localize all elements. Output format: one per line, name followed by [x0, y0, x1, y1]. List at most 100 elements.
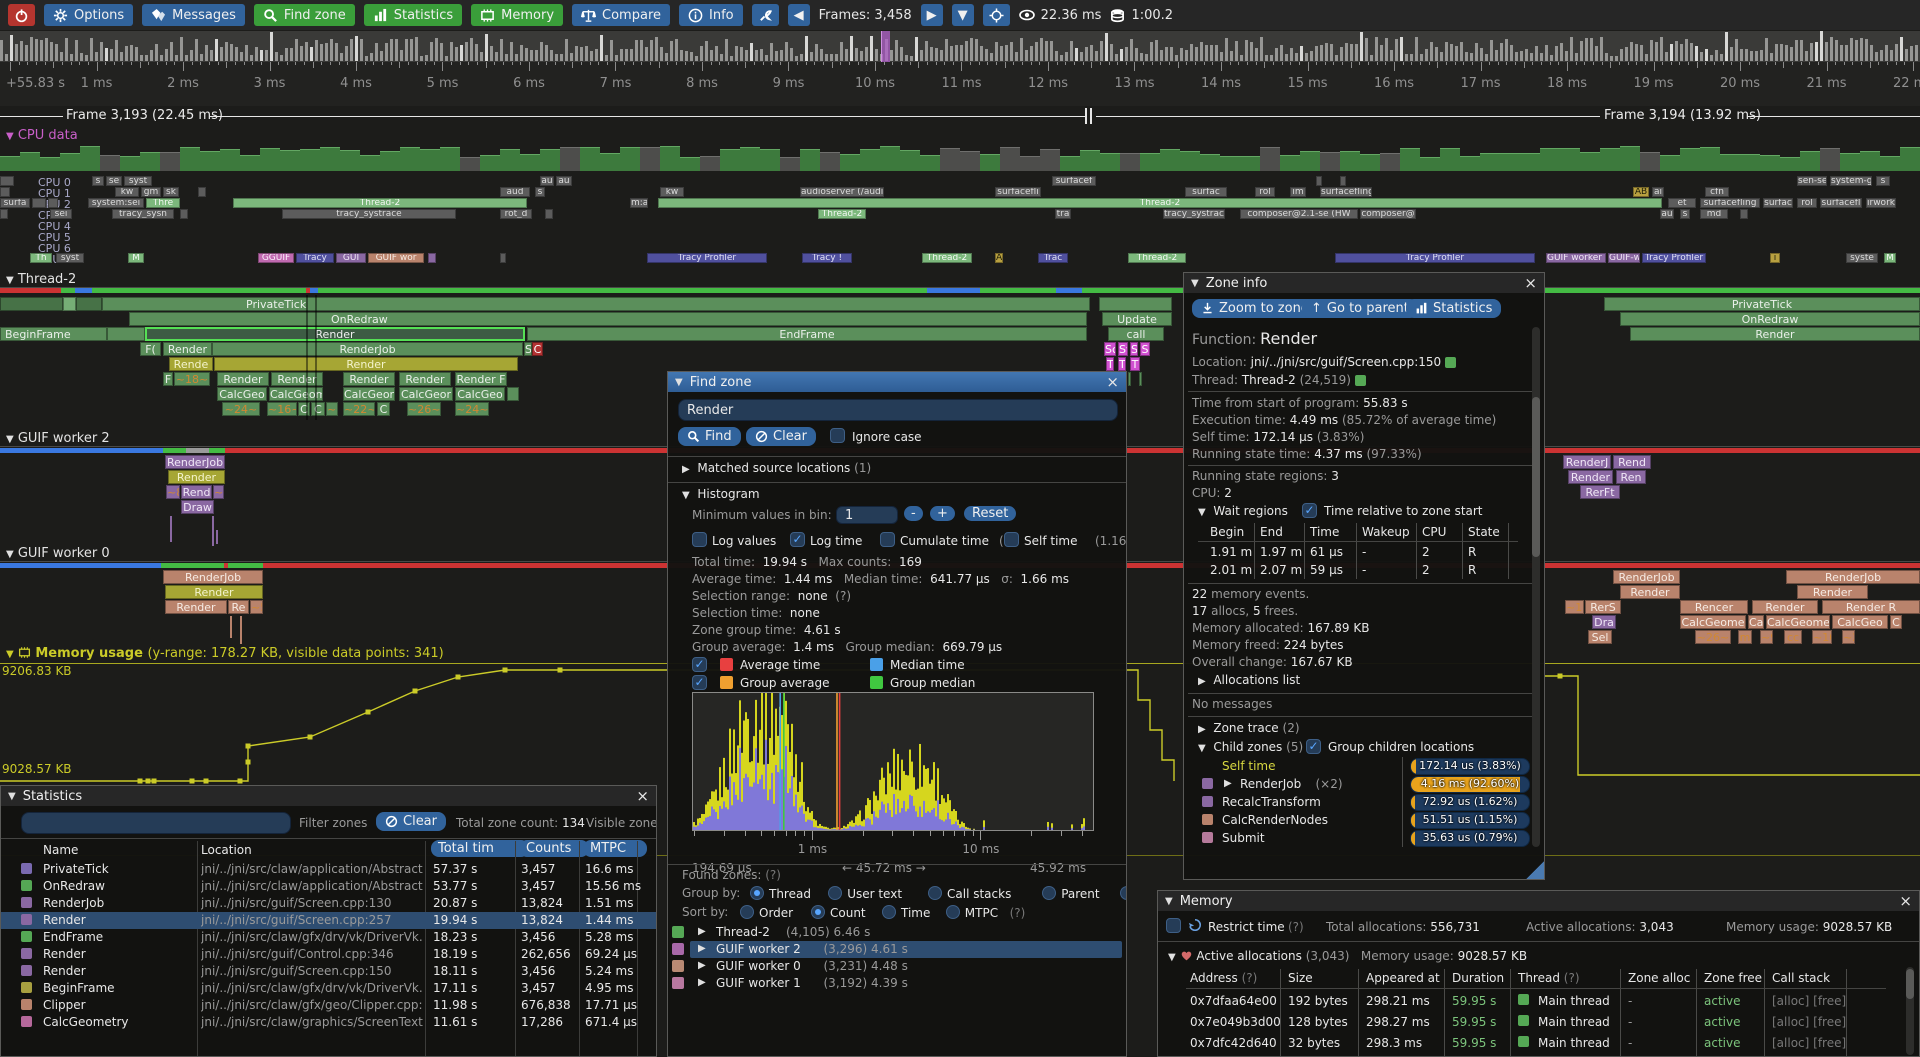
- group-expand-icon[interactable]: ▶: [698, 926, 706, 937]
- timeline-zone[interactable]: Sel: [1588, 630, 1612, 644]
- zone-info-close-icon[interactable]: ×: [1524, 276, 1537, 291]
- cpu-data-header[interactable]: ▼ CPU data: [6, 128, 78, 143]
- timeline-zone[interactable]: F: [163, 372, 173, 386]
- cpu-zone[interactable]: surfacef: [1052, 176, 1096, 186]
- zone-info-titlebar[interactable]: ▼Zone info×: [1184, 273, 1544, 293]
- cpu-zone[interactable]: rol: [1255, 187, 1275, 197]
- group-name[interactable]: GUIF worker 2: [716, 942, 801, 956]
- show-zone-lines-checkbox[interactable]: ✓: [692, 657, 707, 672]
- cpu-zone[interactable]: s: [92, 176, 104, 186]
- timeline-zone[interactable]: ~26~: [407, 402, 441, 416]
- timeline-zone[interactable]: Render: [1797, 585, 1868, 599]
- cpu-zone[interactable]: surfacefli: [995, 187, 1041, 197]
- cpu-zone[interactable]: rol: [1797, 198, 1817, 208]
- statistics-button[interactable]: Statistics: [364, 4, 462, 26]
- selected-zone[interactable]: Render: [145, 327, 525, 341]
- stats-row-name[interactable]: Render: [43, 913, 86, 927]
- cpu-zone[interactable]: [1340, 176, 1346, 186]
- cpu-zone[interactable]: syste: [1846, 253, 1878, 263]
- group-by-option-parent[interactable]: [1042, 886, 1056, 900]
- timeline-zone[interactable]: EndFrame: [527, 327, 1087, 341]
- timeline-zone[interactable]: ~26~: [1695, 630, 1731, 644]
- cpu-zone[interactable]: tracy_systrace: [1163, 209, 1225, 219]
- allocations-list-header[interactable]: ▶ Allocations list: [1198, 673, 1300, 687]
- statistics-clear-button[interactable]: Clear: [376, 812, 446, 831]
- timeline-zone[interactable]: Rend: [1613, 455, 1651, 469]
- mem-row-address[interactable]: 0x7dfaa64e00: [1190, 994, 1277, 1008]
- stats-row-name[interactable]: EndFrame: [43, 930, 103, 944]
- cpu-zone[interactable]: Tracy !: [802, 253, 852, 263]
- cpu-zone[interactable]: composer@2.1-se (HW: [1240, 209, 1358, 219]
- timeline-zone[interactable]: C: [377, 402, 390, 416]
- stats-row-name[interactable]: CalcGeometry: [43, 1015, 129, 1029]
- cpu-zone[interactable]: kw: [115, 187, 139, 197]
- child-name[interactable]: CalcRenderNodes: [1222, 813, 1328, 827]
- find-zone-titlebar[interactable]: ▼Find zone×: [668, 372, 1126, 392]
- tools-button[interactable]: [752, 4, 779, 26]
- mem-row-callstack[interactable]: [alloc] [free]: [1772, 994, 1846, 1008]
- timeline-zone[interactable]: S: [1140, 342, 1150, 356]
- restrict-time-undo[interactable]: [1188, 918, 1202, 932]
- timeline-zone[interactable]: Render: [165, 585, 263, 599]
- cpu-zone[interactable]: et: [1668, 198, 1696, 208]
- cpu-zone[interactable]: audioserver (/audio: [800, 187, 884, 197]
- timeline-zone[interactable]: ~8~: [166, 485, 180, 499]
- cpu-zone[interactable]: Tracy: [296, 253, 334, 263]
- cpu-zone[interactable]: Thread-2: [818, 209, 866, 219]
- restrict-time-checkbox[interactable]: [1166, 918, 1181, 933]
- timeline-zone[interactable]: C: [532, 342, 543, 356]
- cpu-zone[interactable]: i: [1770, 253, 1780, 263]
- zone-info-scroll-thumb[interactable]: [1532, 397, 1540, 557]
- timeline-zone[interactable]: PrivateTick: [1604, 297, 1920, 311]
- timeline-zone[interactable]: RenderJob: [1613, 570, 1680, 584]
- timeline-zone[interactable]: Render: [1752, 600, 1818, 614]
- group-expand-icon[interactable]: ▶: [698, 943, 706, 954]
- timeline-zone[interactable]: ~2~: [1842, 630, 1855, 644]
- timeline-zone[interactable]: OnRedraw: [129, 312, 1087, 326]
- cpu-zone[interactable]: syst: [56, 253, 84, 263]
- timeline-zone[interactable]: ~16~: [267, 402, 297, 416]
- cpu-zone[interactable]: surfac: [1763, 198, 1793, 208]
- timeline-zone[interactable]: Render: [214, 357, 518, 371]
- timeline-zone[interactable]: [107, 327, 145, 341]
- timeline-zone[interactable]: Render: [217, 372, 269, 386]
- group-by-option-no-groupi[interactable]: [1120, 886, 1127, 900]
- cpu-zone[interactable]: Tracy Profiler: [1642, 253, 1706, 263]
- zone-statistics-button[interactable]: Statistics: [1406, 299, 1501, 318]
- timeline-zone[interactable]: RenderJob: [165, 455, 225, 469]
- timeline-zone[interactable]: RerFt: [1580, 485, 1620, 499]
- timeline-zone[interactable]: [0, 297, 63, 311]
- cpu-zone[interactable]: [500, 253, 506, 263]
- timeline-zone[interactable]: Sv: [1118, 342, 1128, 356]
- cpu-zone[interactable]: s: [535, 187, 545, 197]
- stats-row-name[interactable]: Render: [43, 947, 86, 961]
- stats-row-name[interactable]: Render: [43, 964, 86, 978]
- timeline-zone[interactable]: CalcGeomet: [1766, 615, 1830, 629]
- timeline-zone[interactable]: CalcGeome: [1680, 615, 1746, 629]
- timeline-zone[interactable]: Ca: [1748, 615, 1764, 629]
- cpu-zone[interactable]: sei: [50, 209, 72, 219]
- timeline-zone[interactable]: ~17~: [1565, 600, 1584, 614]
- timeline-zone[interactable]: ~9~: [213, 485, 224, 499]
- timeline-zone[interactable]: CalcGeor: [343, 387, 395, 401]
- find-clear-button[interactable]: Clear: [746, 427, 816, 446]
- cpu-zone[interactable]: GUIF-w: [1608, 253, 1640, 263]
- group-name[interactable]: Thread-2: [716, 925, 770, 939]
- sort-by-option-mtpc[interactable]: [946, 905, 960, 919]
- cpu-zone[interactable]: sk: [163, 187, 179, 197]
- timeline-zone[interactable]: [63, 297, 76, 311]
- timeline-zone[interactable]: m: [1738, 630, 1752, 644]
- cpu-zone[interactable]: tra: [1055, 209, 1071, 219]
- cpu-zone[interactable]: au: [556, 176, 572, 186]
- cpu-zone[interactable]: GUIF wor: [368, 253, 424, 263]
- timeline-zone[interactable]: Render: [1620, 585, 1680, 599]
- timeline-zone[interactable]: Sc: [1104, 342, 1116, 356]
- cpu-zone[interactable]: [32, 198, 46, 208]
- stats-row-name[interactable]: PrivateTick: [43, 862, 109, 876]
- statistics-titlebar[interactable]: ▼Statistics×: [1, 786, 656, 806]
- timeline-zone[interactable]: ~5~: [250, 600, 263, 614]
- frame-overview[interactable]: [0, 31, 1920, 62]
- timeline-zone[interactable]: Render F: [455, 372, 507, 386]
- stats-row-name[interactable]: Clipper: [43, 998, 86, 1012]
- cpu-zone[interactable]: au: [540, 176, 554, 186]
